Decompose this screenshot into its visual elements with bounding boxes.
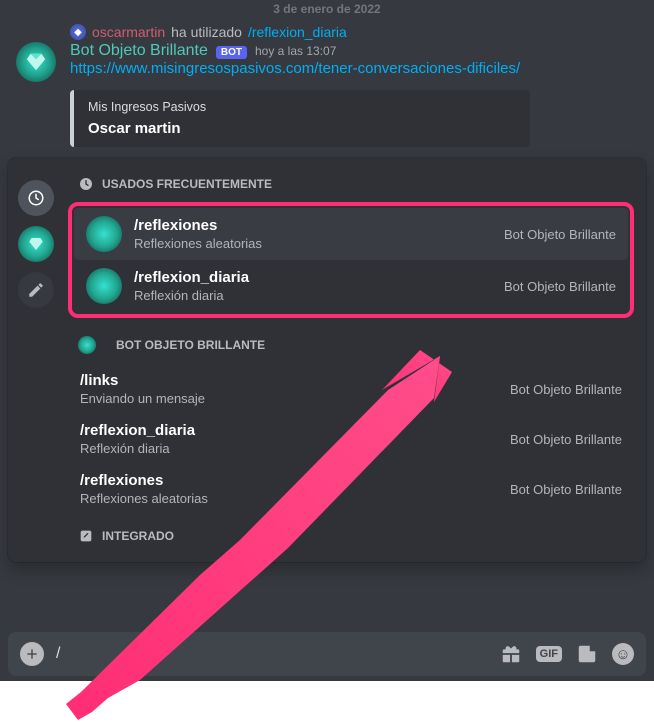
highlighted-commands-group: /reflexiones Reflexiones aleatorias Bot …	[68, 202, 634, 318]
section-header-frequent: USADOS FRECUENTEMENTE	[68, 168, 634, 202]
message-input[interactable]: /	[56, 645, 488, 663]
bot-avatar[interactable]	[16, 42, 56, 82]
clock-icon	[78, 176, 94, 192]
command-item-reflexion-diaria-2[interactable]: /reflexion_diaria Reflexión diaria Bot O…	[68, 414, 634, 464]
command-description: Enviando un mensaje	[80, 391, 500, 406]
command-item-reflexiones[interactable]: /reflexiones Reflexiones aleatorias Bot …	[74, 208, 628, 260]
command-source: Bot Objeto Brillante	[510, 432, 622, 447]
plus-icon	[24, 646, 40, 662]
smile-icon: ☺	[615, 646, 630, 663]
command-source: Bot Objeto Brillante	[510, 382, 622, 397]
command-source: Bot Objeto Brillante	[504, 227, 616, 242]
reply-action-text: ha utilizado	[171, 24, 242, 40]
gem-icon	[86, 216, 122, 252]
bot-badge: BOT	[216, 46, 247, 59]
gift-icon	[500, 643, 522, 665]
gem-icon	[78, 336, 96, 354]
link-embed[interactable]: Mis Ingresos Pasivos Oscar martin	[70, 90, 530, 147]
section-header-label: USADOS FRECUENTEMENTE	[102, 177, 272, 191]
command-picker-panel: USADOS FRECUENTEMENTE /reflexiones Refle…	[8, 158, 646, 562]
command-description: Reflexiones aleatorias	[80, 491, 500, 506]
pencil-icon	[27, 281, 45, 299]
command-name: /reflexion_diaria	[80, 422, 500, 439]
section-header-bot: BOT OBJETO BRILLANTE	[68, 322, 634, 364]
section-header-label: BOT OBJETO BRILLANTE	[116, 338, 265, 352]
command-description: Reflexiones aleatorias	[134, 236, 494, 251]
command-source: Bot Objeto Brillante	[510, 482, 622, 497]
user-avatar-icon: ◆	[70, 24, 86, 40]
date-separator: 3 de enero de 2022	[0, 0, 654, 18]
message: ◆ oscarmartin ha utilizado /reflexion_di…	[0, 18, 654, 82]
command-item-reflexiones-2[interactable]: /reflexiones Reflexiones aleatorias Bot …	[68, 464, 634, 514]
attach-button[interactable]	[20, 642, 44, 666]
bot-filter-button[interactable]	[18, 226, 54, 262]
author-name[interactable]: Bot Objeto Brillante	[70, 42, 208, 60]
embed-title: Oscar martin	[88, 120, 516, 137]
sticker-button[interactable]	[576, 643, 598, 665]
reply-command: /reflexion_diaria	[248, 24, 347, 40]
gif-button[interactable]: GIF	[536, 646, 562, 662]
command-name: /reflexiones	[134, 217, 494, 234]
command-name: /reflexiones	[80, 472, 500, 489]
message-timestamp: hoy a las 13:07	[255, 44, 336, 58]
gem-icon	[27, 235, 45, 253]
command-name: /links	[80, 372, 500, 389]
recent-filter-button[interactable]	[18, 180, 54, 216]
pencil-icon	[78, 528, 94, 544]
reply-username: oscarmartin	[92, 24, 165, 40]
message-input-bar: / GIF ☺	[8, 632, 646, 676]
command-source: Bot Objeto Brillante	[504, 279, 616, 294]
command-item-links[interactable]: /links Enviando un mensaje Bot Objeto Br…	[68, 364, 634, 414]
reply-reference[interactable]: ◆ oscarmartin ha utilizado /reflexion_di…	[70, 24, 642, 40]
message-link[interactable]: https://www.misingresospasivos.com/tener…	[70, 60, 520, 77]
section-header-label: INTEGRADO	[102, 529, 174, 543]
section-header-integrated: INTEGRADO	[68, 514, 634, 554]
emoji-button[interactable]: ☺	[612, 643, 634, 665]
command-description: Reflexión diaria	[134, 288, 494, 303]
command-description: Reflexión diaria	[80, 441, 500, 456]
gem-icon	[25, 51, 47, 73]
integrated-filter-button[interactable]	[18, 272, 54, 308]
sticker-icon	[576, 643, 598, 665]
gem-icon	[86, 268, 122, 304]
gift-button[interactable]	[500, 643, 522, 665]
clock-icon	[27, 189, 45, 207]
command-item-reflexion-diaria[interactable]: /reflexion_diaria Reflexión diaria Bot O…	[74, 260, 628, 312]
page-background	[0, 681, 654, 723]
command-name: /reflexion_diaria	[134, 269, 494, 286]
embed-site-name: Mis Ingresos Pasivos	[88, 100, 516, 114]
